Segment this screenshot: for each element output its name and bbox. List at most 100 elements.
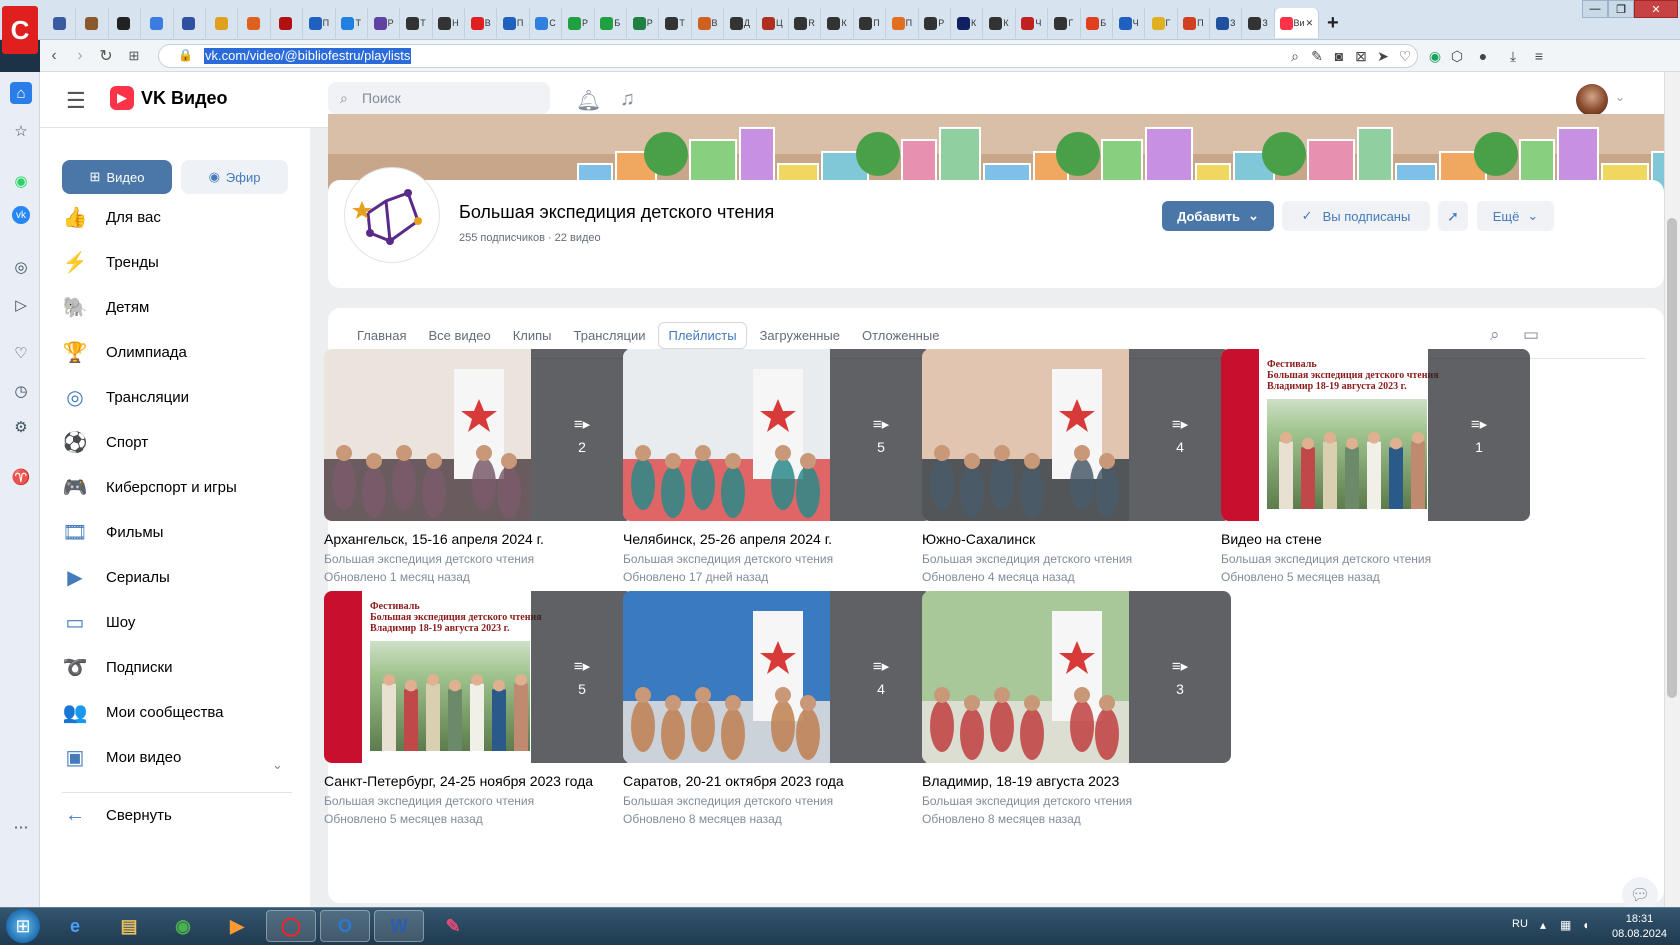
playlist-title[interactable]: Южно-Сахалинск (922, 531, 1035, 547)
playlist-thumbnail[interactable]: ≡▸ 2 (324, 349, 633, 521)
play-circle-icon[interactable]: ◎ (10, 256, 32, 278)
grid-icon[interactable]: ⊞ (124, 46, 144, 66)
vk-icon[interactable]: vk (12, 206, 30, 224)
browser-tab[interactable]: П (497, 8, 530, 38)
star-icon[interactable]: ☆ (10, 120, 32, 142)
playlist-card[interactable]: Фестиваль Большая экспедиция детского чте… (1221, 349, 1530, 589)
browser-tab[interactable] (141, 8, 174, 38)
browser-tab[interactable]: Ц (757, 8, 789, 38)
nav-item-lightning[interactable]: ⚡ Тренды (62, 244, 292, 280)
menu-icon[interactable]: ≡ (1530, 47, 1548, 65)
network-icon[interactable]: ▦ (1560, 918, 1571, 932)
chrome-icon[interactable]: ◉ (158, 910, 208, 942)
volume-icon[interactable]: ◖ (1582, 918, 1589, 932)
nav-item-gamepad[interactable]: 🎮 Киберспорт и игры (62, 469, 292, 505)
browser-tab[interactable]: Т (336, 8, 368, 38)
tab-close-icon[interactable]: ✕ (1306, 18, 1314, 29)
playlist-title[interactable]: Санкт-Петербург, 24-25 ноября 2023 года (324, 773, 593, 789)
reload-icon[interactable]: ↻ (96, 46, 116, 66)
browser-tab[interactable]: Р (562, 8, 595, 38)
browser-tab[interactable]: П (854, 8, 887, 38)
browser-tab[interactable]: Р (627, 8, 660, 38)
brand-title[interactable]: VK Видео (141, 88, 228, 109)
playlist-thumbnail[interactable]: ≡▸ 4 (623, 591, 932, 763)
zoom-icon[interactable]: ⌕ (1286, 47, 1304, 65)
playlist-author[interactable]: Большая экспедиция детского чтения (922, 794, 1132, 808)
close-button[interactable]: ✕ (1634, 0, 1678, 18)
edit-icon[interactable]: ✎ (1308, 47, 1326, 65)
browser-tab[interactable]: Т (400, 8, 433, 38)
playlist-thumbnail[interactable]: ≡▸ 4 (922, 349, 1231, 521)
nav-item-trophy[interactable]: 🏆 Олимпиада (62, 334, 292, 370)
nav-item-series[interactable]: ▶ Сериалы (62, 559, 292, 595)
browser-tab[interactable]: Б (1081, 8, 1113, 38)
outlook-icon[interactable]: O (320, 910, 370, 942)
media-icon[interactable]: ▶ (212, 910, 262, 942)
paint-icon[interactable]: ✎ (428, 910, 478, 942)
url-text[interactable]: vk.com/video/@bibliofestru/playlists (204, 48, 412, 64)
browser-tab[interactable]: R (789, 8, 822, 38)
tab-2[interactable]: Все видео (419, 323, 499, 348)
browser-tab[interactable]: П (1178, 8, 1211, 38)
close-x-icon[interactable]: ⊠ (1352, 47, 1370, 65)
nav-item-ball[interactable]: ⚽ Спорт (62, 424, 292, 460)
browser-tab[interactable]: Г (1145, 8, 1178, 38)
extension-icon[interactable]: ◉ (1426, 47, 1444, 65)
language-indicator[interactable]: RU (1512, 918, 1528, 930)
back-icon[interactable]: ‹ (44, 46, 64, 66)
settings-icon[interactable]: ⚙ (10, 416, 32, 438)
heart-icon[interactable]: ♡ (1396, 47, 1414, 65)
browser-logo-button[interactable]: С (2, 6, 38, 54)
browser-tab[interactable] (109, 8, 142, 38)
lock-icon[interactable]: 🔒 (178, 48, 193, 62)
playlist-thumbnail[interactable]: ≡▸ 5 (623, 349, 932, 521)
playlist-author[interactable]: Большая экспедиция детского чтения (1221, 552, 1431, 566)
browser-tab-active[interactable]: Ви ✕ (1274, 8, 1319, 38)
bulb-icon[interactable]: ♈ (10, 466, 32, 488)
my-video-chevron-icon[interactable]: ⌄ (272, 757, 283, 773)
playlist-title[interactable]: Челябинск, 25-26 апреля 2024 г. (623, 531, 832, 547)
browser-tab[interactable]: Б (595, 8, 628, 38)
browser-tab[interactable]: Г (1048, 8, 1081, 38)
chat-button[interactable]: 💬︎ (1622, 877, 1658, 907)
browser-tab[interactable]: Р (919, 8, 951, 38)
browser-tab[interactable] (206, 8, 239, 38)
hamburger-icon[interactable]: ☰ (66, 88, 86, 114)
chevron-down-icon[interactable]: ⌄ (1615, 90, 1625, 104)
playlist-card[interactable]: ≡▸ 5 Челябинск, 25-26 апреля 2024 г. Больша… (623, 349, 932, 589)
send-icon[interactable]: ➤ (1374, 47, 1392, 65)
more-dots-icon[interactable]: ⋯ (10, 816, 32, 838)
browser-tab[interactable]: Н (433, 8, 466, 38)
browser-tab[interactable]: Ч (1016, 8, 1049, 38)
browser-tab[interactable]: Ч (1113, 8, 1146, 38)
profile-icon[interactable]: ● (1474, 47, 1492, 65)
playlist-author[interactable]: Большая экспедиция детского чтения (324, 794, 534, 808)
playlist-title[interactable]: Владимир, 18-19 августа 2023 (922, 773, 1119, 789)
tab-5[interactable]: Плейлисты (658, 321, 747, 349)
playlist-title[interactable]: Архангельск, 15-16 апреля 2024 г. (324, 531, 544, 547)
efir-button[interactable]: ◉ Эфир (181, 160, 288, 194)
cube-icon[interactable]: ⬡ (1448, 47, 1466, 65)
favorites-icon[interactable]: ♡ (10, 342, 32, 364)
browser-tab[interactable]: К (821, 8, 854, 38)
send-sidebar-icon[interactable]: ▷ (10, 294, 32, 316)
browser-tab[interactable] (174, 8, 206, 38)
new-tab-button[interactable]: + (1319, 8, 1347, 38)
nav-item-my-video[interactable]: ▣ Мои видео (62, 739, 292, 775)
start-button[interactable]: ⊞ (6, 909, 40, 943)
share-button[interactable]: ➚ (1438, 201, 1468, 231)
tab-4[interactable]: Трансляции (565, 323, 655, 348)
collapse-button[interactable]: ← Свернуть (62, 797, 292, 833)
nav-item-rss[interactable]: ➰ Подписки (62, 649, 292, 685)
playlist-card[interactable]: ≡▸ 3 Владимир, 18-19 августа 2023 Большая э… (922, 591, 1231, 831)
playlist-card[interactable]: ≡▸ 4 Саратов, 20-21 октября 2023 года Больш… (623, 591, 932, 831)
playlist-card[interactable]: ≡▸ 4 Южно-Сахалинск Большая экспедиция детс… (922, 349, 1231, 589)
group-avatar[interactable] (345, 168, 439, 262)
ie-icon[interactable]: e (50, 910, 100, 942)
playlist-author[interactable]: Большая экспедиция детского чтения (623, 794, 833, 808)
browser-tab[interactable] (271, 8, 304, 38)
playlist-title[interactable]: Саратов, 20-21 октября 2023 года (623, 773, 844, 789)
browser-tab[interactable]: З (1242, 8, 1275, 38)
playlist-card[interactable]: ≡▸ 2 Архангельск, 15-16 апреля 2024 г. Боль… (324, 349, 633, 589)
video-button[interactable]: ⊞ Видео (62, 160, 172, 194)
